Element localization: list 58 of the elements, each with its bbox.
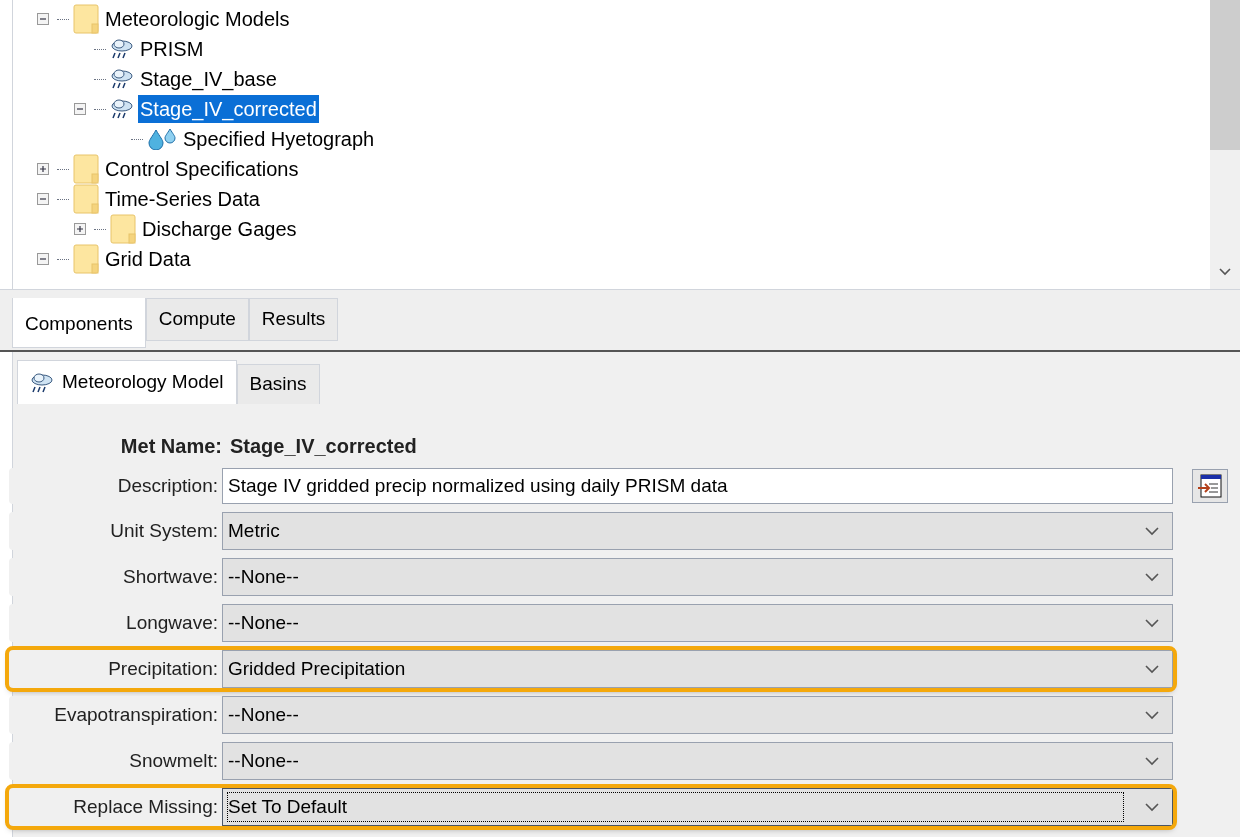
tab[interactable]: Results [248,298,339,341]
tab[interactable]: Basins [236,364,320,404]
collapse-icon[interactable] [37,253,49,265]
tree-item[interactable]: Grid Data [103,245,193,273]
tree-item[interactable]: Meteorologic Models [103,5,292,33]
folder-icon [73,4,99,34]
field-label: Met Name: [119,434,222,459]
folder-icon [110,214,136,244]
tab[interactable]: Components [12,298,146,348]
rain-cloud-icon [30,371,54,394]
tree-item[interactable]: Stage_IV_base [138,65,279,93]
field-label: Shortwave: [121,564,219,589]
chevron-down-icon [1144,572,1160,582]
rain-cloud-icon [110,68,134,90]
chevron-down-icon [1144,710,1160,720]
tab[interactable]: Compute [145,298,249,341]
tree-item[interactable]: Discharge Gages [140,215,299,243]
expand-icon[interactable] [37,163,49,175]
field-label: Longwave: [125,610,219,635]
editor-button[interactable] [1192,469,1228,503]
field-label: Evapotranspiration: [53,702,219,727]
chevron-down-icon [1144,526,1160,536]
met-name: Stage_IV_corrected [230,434,417,459]
tree-item[interactable]: Specified Hyetograph [181,125,377,153]
rain-cloud-icon [110,38,134,60]
collapse-icon[interactable] [37,193,49,205]
water-drops-icon [147,128,177,150]
tab[interactable]: Meteorology Model [17,360,237,404]
dropdown[interactable]: --None-- [222,604,1173,642]
field-label: Replace Missing: [72,794,219,819]
description-field[interactable]: Stage IV gridded precip normalized using daily PRISM data [222,468,1173,504]
folder-icon [73,244,99,274]
field-label: Unit System: [109,518,219,543]
field-label: Description: [116,473,219,498]
dropdown[interactable]: Metric [222,512,1173,550]
tree-item[interactable]: PRISM [138,35,206,63]
dropdown[interactable]: --None-- [222,558,1173,596]
chevron-down-icon [1144,802,1160,812]
chevron-down-icon [1144,756,1160,766]
collapse-icon[interactable] [37,13,49,25]
dropdown[interactable]: --None-- [222,696,1173,734]
dropdown[interactable]: Set To Default [222,788,1173,826]
tree-item[interactable]: Time-Series Data [103,185,262,213]
field-label: Precipitation: [107,656,219,681]
folder-icon [73,154,99,184]
tree-item[interactable]: Control Specifications [103,155,301,183]
rain-cloud-icon [110,98,134,120]
scroll-down-icon[interactable] [1218,267,1232,277]
field-label: Snowmelt: [128,748,219,773]
folder-icon [73,184,99,214]
tree-item[interactable]: Stage_IV_corrected [138,95,319,123]
dropdown[interactable]: --None-- [222,742,1173,780]
expand-icon[interactable] [74,223,86,235]
chevron-down-icon [1144,618,1160,628]
collapse-icon[interactable] [74,103,86,115]
dropdown[interactable]: Gridded Precipitation [222,650,1173,688]
scrollbar[interactable] [1210,0,1240,289]
chevron-down-icon [1144,664,1160,674]
